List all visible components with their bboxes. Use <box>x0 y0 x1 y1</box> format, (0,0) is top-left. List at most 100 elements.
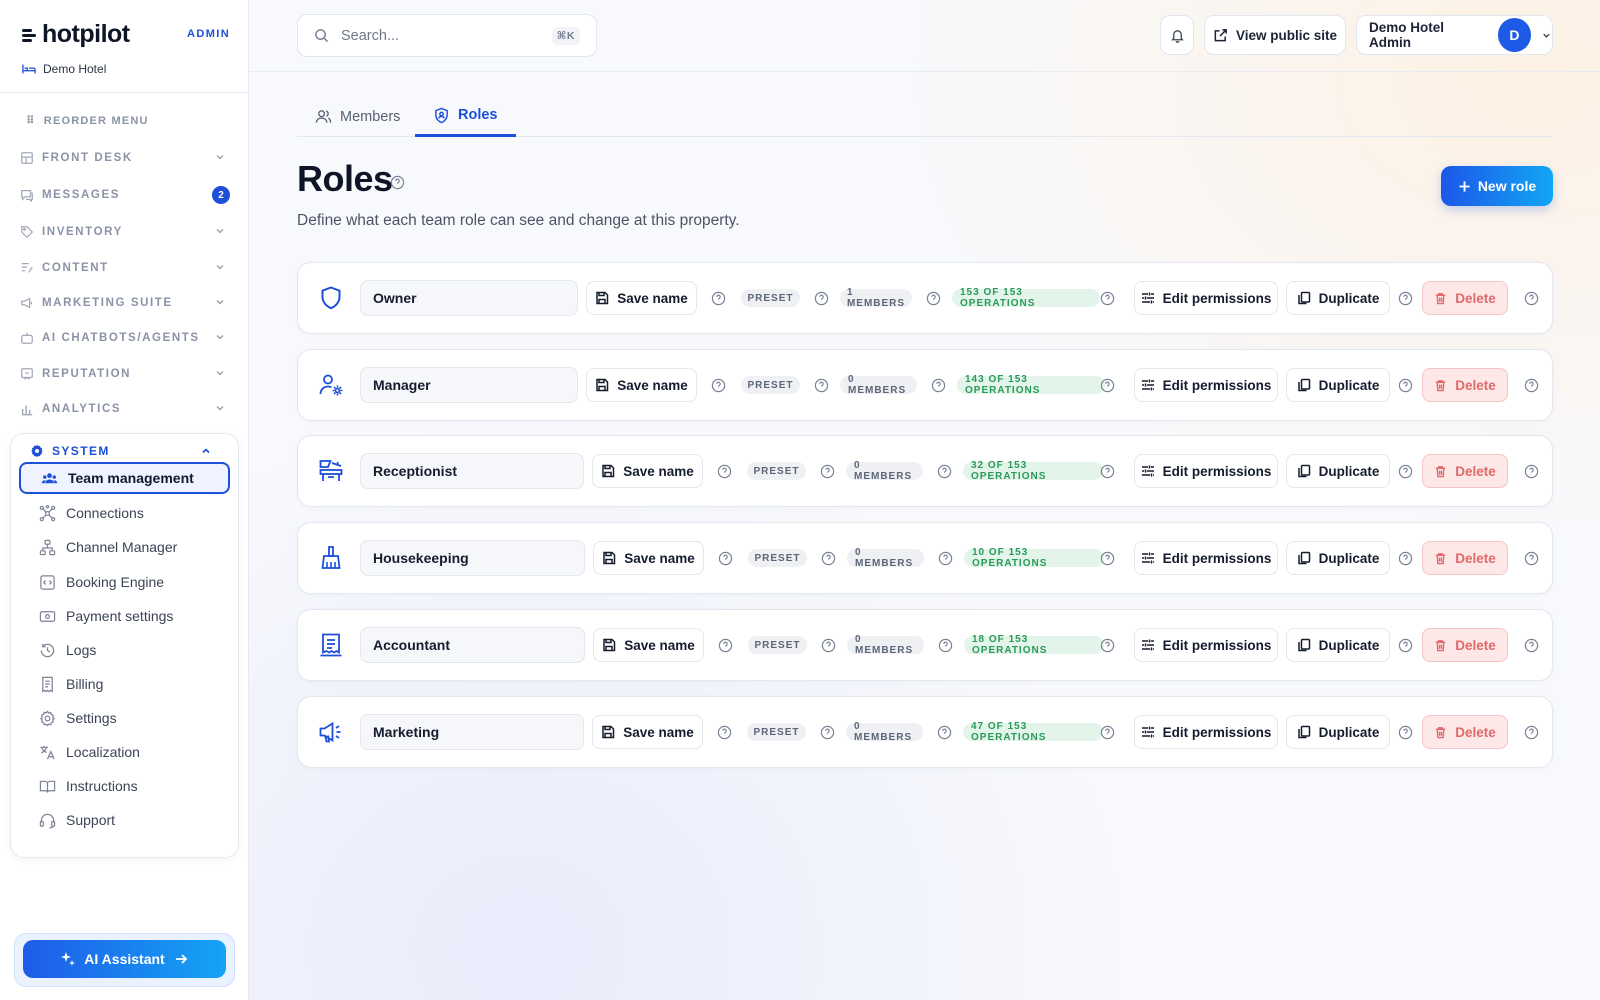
sidebar-item-settings[interactable]: Settings <box>19 702 230 734</box>
help-icon[interactable] <box>1100 464 1115 479</box>
help-icon[interactable] <box>711 291 726 306</box>
help-icon[interactable] <box>1100 378 1115 393</box>
search-input[interactable] <box>341 27 541 44</box>
edit-permissions-button[interactable]: Edit permissions <box>1134 541 1278 575</box>
delete-button[interactable]: Delete <box>1422 368 1508 402</box>
role-name-input[interactable] <box>360 540 585 576</box>
delete-button[interactable]: Delete <box>1422 628 1508 662</box>
notifications-button[interactable] <box>1160 15 1194 55</box>
nav-section-content[interactable]: CONTENT <box>20 257 230 279</box>
help-icon[interactable] <box>1100 638 1115 653</box>
user-menu[interactable]: Demo Hotel Admin D <box>1356 15 1553 55</box>
save-name-button[interactable]: Save name <box>586 368 697 402</box>
help-icon[interactable] <box>717 464 732 479</box>
tab-members[interactable]: Members <box>297 96 418 137</box>
sidebar-item-localization[interactable]: Localization <box>19 736 230 768</box>
duplicate-button[interactable]: Duplicate <box>1286 454 1390 488</box>
help-icon[interactable] <box>814 378 829 393</box>
nav-section-system[interactable]: SYSTEM <box>30 444 220 458</box>
tab-roles[interactable]: Roles <box>415 96 516 137</box>
sidebar-item-billing[interactable]: Billing <box>19 668 230 700</box>
role-name-input[interactable] <box>360 280 578 316</box>
edit-permissions-button[interactable]: Edit permissions <box>1134 715 1278 749</box>
delete-button[interactable]: Delete <box>1422 715 1508 749</box>
sidebar-item-logs[interactable]: Logs <box>19 634 230 666</box>
help-icon[interactable] <box>1524 551 1539 566</box>
nav-section-front-desk[interactable]: FRONT DESK <box>20 147 230 169</box>
help-icon[interactable] <box>1524 725 1539 740</box>
help-icon[interactable] <box>717 725 732 740</box>
help-icon[interactable] <box>718 638 733 653</box>
edit-permissions-button[interactable]: Edit permissions <box>1134 281 1278 315</box>
duplicate-button[interactable]: Duplicate <box>1286 715 1390 749</box>
help-icon[interactable] <box>1100 551 1115 566</box>
edit-permissions-button[interactable]: Edit permissions <box>1134 454 1278 488</box>
save-name-button[interactable]: Save name <box>592 715 703 749</box>
duplicate-label: Duplicate <box>1318 724 1380 740</box>
save-name-button[interactable]: Save name <box>586 281 697 315</box>
help-icon[interactable] <box>1524 638 1539 653</box>
search-bar[interactable]: ⌘K <box>297 14 597 57</box>
help-icon[interactable] <box>1398 464 1413 479</box>
save-name-button[interactable]: Save name <box>593 628 704 662</box>
help-icon[interactable] <box>938 551 953 566</box>
help-icon[interactable] <box>1524 464 1539 479</box>
help-icon[interactable] <box>1524 378 1539 393</box>
ai-assistant-button[interactable]: AI Assistant <box>23 940 226 978</box>
edit-permissions-button[interactable]: Edit permissions <box>1134 368 1278 402</box>
duplicate-button[interactable]: Duplicate <box>1286 368 1390 402</box>
hotel-selector[interactable]: Demo Hotel <box>22 62 106 76</box>
help-icon[interactable] <box>711 378 726 393</box>
sidebar-item-payment-settings[interactable]: Payment settings <box>19 600 230 632</box>
help-icon[interactable] <box>820 725 835 740</box>
role-name-input[interactable] <box>360 453 584 489</box>
help-icon[interactable] <box>821 551 836 566</box>
sidebar-item-channel-manager[interactable]: Channel Manager <box>19 531 230 563</box>
sidebar-item-connections[interactable]: Connections <box>19 497 230 529</box>
nav-section-ai-chatbots[interactable]: AI CHATBOTS/AGENTS <box>20 327 230 349</box>
help-icon[interactable] <box>820 464 835 479</box>
view-public-site-button[interactable]: View public site <box>1204 15 1346 55</box>
nav-section-reputation[interactable]: REPUTATION <box>20 363 230 385</box>
help-icon[interactable] <box>1398 378 1413 393</box>
delete-button[interactable]: Delete <box>1422 454 1508 488</box>
duplicate-button[interactable]: Duplicate <box>1286 541 1390 575</box>
help-icon[interactable] <box>926 291 941 306</box>
help-icon[interactable] <box>718 551 733 566</box>
delete-button[interactable]: Delete <box>1422 541 1508 575</box>
help-icon[interactable] <box>1398 551 1413 566</box>
help-icon[interactable] <box>390 175 405 190</box>
help-icon[interactable] <box>938 638 953 653</box>
nav-section-analytics[interactable]: ANALYTICS <box>20 398 230 420</box>
edit-permissions-button[interactable]: Edit permissions <box>1134 628 1278 662</box>
sidebar-item-team-management[interactable]: Team management <box>19 462 230 494</box>
help-icon[interactable] <box>1100 725 1115 740</box>
help-icon[interactable] <box>1398 638 1413 653</box>
nav-section-marketing-suite[interactable]: MARKETING SUITE <box>20 292 230 314</box>
sidebar-item-booking-engine[interactable]: Booking Engine <box>19 566 230 598</box>
role-name-input[interactable] <box>360 367 578 403</box>
sidebar-item-support[interactable]: Support <box>19 804 230 836</box>
help-icon[interactable] <box>937 725 952 740</box>
help-icon[interactable] <box>931 378 946 393</box>
help-icon[interactable] <box>937 464 952 479</box>
help-icon[interactable] <box>1524 291 1539 306</box>
reorder-menu-button[interactable]: ⠿ REORDER MENU <box>26 114 149 128</box>
new-role-button[interactable]: New role <box>1441 166 1553 206</box>
nav-section-messages[interactable]: MESSAGES 2 <box>20 184 230 206</box>
role-name-input[interactable] <box>360 714 584 750</box>
sidebar-item-instructions[interactable]: Instructions <box>19 770 230 802</box>
duplicate-button[interactable]: Duplicate <box>1286 628 1390 662</box>
help-icon[interactable] <box>1398 725 1413 740</box>
help-icon[interactable] <box>1100 291 1115 306</box>
save-name-button[interactable]: Save name <box>593 541 704 575</box>
nav-section-inventory[interactable]: INVENTORY <box>20 221 230 243</box>
duplicate-button[interactable]: Duplicate <box>1286 281 1390 315</box>
role-name-input[interactable] <box>360 627 585 663</box>
save-name-button[interactable]: Save name <box>592 454 703 488</box>
delete-button[interactable]: Delete <box>1422 281 1508 315</box>
help-icon[interactable] <box>814 291 829 306</box>
help-icon[interactable] <box>1398 291 1413 306</box>
help-icon[interactable] <box>821 638 836 653</box>
brand-logo[interactable]: hotpilot <box>22 20 130 49</box>
